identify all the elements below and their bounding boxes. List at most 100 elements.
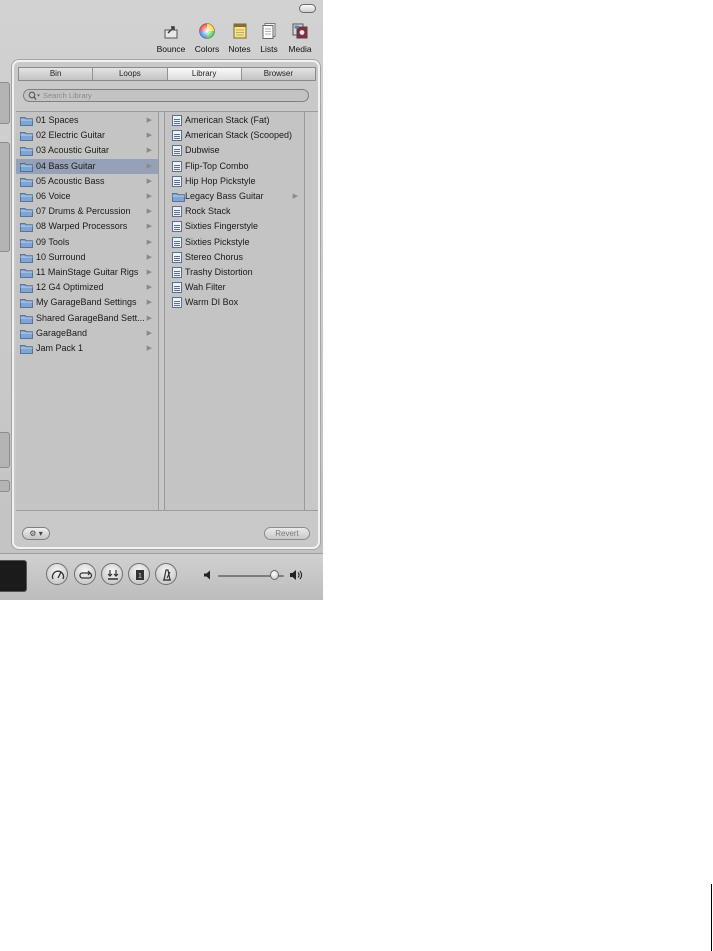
patch-label: American Stack (Scooped) [185, 130, 293, 141]
tab-library[interactable]: Library [166, 68, 241, 80]
patch-icon [172, 282, 182, 294]
left-edge-small-handle[interactable] [0, 480, 10, 492]
folder-label: 06 Voice [36, 191, 71, 201]
toolbar-toggle-button[interactable] [299, 4, 316, 13]
disclosure-arrow-icon: ▶ [146, 147, 152, 155]
library-patch-row[interactable]: Dubwise [165, 143, 304, 158]
tab-loops[interactable]: Loops [92, 68, 166, 80]
media-button[interactable]: Media [286, 22, 314, 56]
colors-button[interactable]: Colors [193, 22, 221, 56]
patch-icon [172, 206, 182, 218]
search-icon[interactable] [28, 91, 41, 101]
folder-icon [20, 329, 33, 339]
library-patch-row[interactable]: American Stack (Fat) [165, 113, 304, 128]
volume-low-icon [204, 570, 210, 580]
folder-label: 11 MainStage Guitar Rigs [36, 267, 139, 277]
library-folder-row[interactable]: GarageBand ▶ [16, 326, 158, 341]
library-folder-row[interactable]: 01 Spaces ▶ [16, 113, 158, 128]
patch-icon [172, 251, 182, 263]
folder-icon [20, 344, 33, 354]
column-divider[interactable] [158, 112, 165, 510]
patch-label: Dubwise [185, 145, 220, 156]
gear-icon: ⚙ [29, 529, 37, 538]
library-folder-row[interactable]: 05 Acoustic Bass ▶ [16, 174, 158, 189]
patch-icon [172, 160, 182, 172]
patch-label: Warm DI Box [185, 297, 239, 308]
patch-icon [172, 297, 182, 309]
folder-label: 03 Acoustic Guitar [36, 145, 110, 156]
library-panel: Bin Loops Library Browser Search Library… [12, 60, 320, 549]
revert-button[interactable]: Revert [264, 527, 310, 540]
library-patch-row[interactable]: Trashy Distortion [165, 265, 304, 280]
bounce-button[interactable]: Bounce [156, 22, 186, 56]
library-folder-row[interactable]: 02 Electric Guitar ▶ [16, 128, 158, 143]
library-item-column: American Stack (Fat) American Stack (Scoo… [165, 112, 304, 510]
search-input[interactable]: Search Library [23, 89, 309, 102]
tab-bar: Bin Loops Library Browser [18, 67, 316, 81]
library-folder-column: 01 Spaces ▶ 02 Electric Guitar ▶ 03 Acoustic… [16, 112, 158, 510]
disclosure-arrow-icon: ▶ [146, 177, 152, 185]
patch-label: Stereo Chorus [185, 251, 244, 262]
lists-button[interactable]: Lists [258, 22, 280, 56]
patch-label: Trashy Distortion [185, 267, 253, 277]
patch-icon [172, 175, 182, 187]
library-patch-row[interactable]: Wah Filter [165, 280, 304, 295]
library-folder-row[interactable]: 07 Drums & Percussion ▶ [16, 204, 158, 219]
library-folder-row[interactable]: 04 Bass Guitar ▶ [16, 158, 158, 174]
metronome-button[interactable] [155, 563, 177, 585]
disclosure-arrow-icon: ▶ [146, 269, 152, 276]
disclosure-arrow-icon: ▶ [146, 329, 152, 337]
merge-button[interactable] [101, 563, 123, 585]
disclosure-arrow-icon: ▶ [146, 253, 152, 261]
patch-label: Rock Stack [185, 206, 231, 217]
library-patch-row[interactable]: Warm DI Box [165, 295, 304, 310]
count-in-button[interactable]: 1 [128, 563, 150, 585]
notes-button[interactable]: Notes [227, 22, 252, 56]
left-edge-scrollbar[interactable] [0, 142, 10, 252]
folder-label: 05 Acoustic Bass [36, 175, 105, 186]
master-volume-knob[interactable] [270, 570, 280, 580]
lcd-display[interactable] [0, 560, 27, 592]
library-folder-row[interactable]: My GarageBand Settings ▶ [16, 295, 158, 310]
library-bottom-bar: ⚙ ▾ Revert [16, 514, 318, 547]
library-folder-row[interactable]: Legacy Bass Guitar ▶ [165, 189, 304, 204]
library-patch-row[interactable]: Rock Stack [165, 204, 304, 219]
library-folder-row[interactable]: 03 Acoustic Guitar ▶ [16, 143, 158, 158]
action-menu-button[interactable]: ⚙ ▾ [22, 527, 50, 540]
left-edge-scroll-piece[interactable] [0, 82, 10, 124]
tab-browser[interactable]: Browser [240, 68, 315, 80]
folder-icon [20, 283, 33, 294]
tab-bin[interactable]: Bin [19, 68, 92, 80]
library-folder-row[interactable]: 12 G4 Optimized ▶ [16, 280, 158, 295]
folder-icon [20, 253, 33, 263]
media-icon [291, 22, 309, 40]
library-folder-row[interactable]: 11 MainStage Guitar Rigs ▶ [16, 265, 158, 280]
library-patch-row[interactable]: Sixties Pickstyle [165, 235, 304, 250]
library-folder-row[interactable]: 06 Voice ▶ [16, 189, 158, 204]
folder-label: 07 Drums & Percussion [36, 206, 131, 217]
folder-label: My GarageBand Settings [36, 297, 137, 308]
library-folder-row[interactable]: 10 Surround ▶ [16, 250, 158, 265]
disclosure-arrow-icon: ▶ [146, 132, 152, 140]
disclosure-arrow-icon: ▶ [146, 299, 152, 307]
library-folder-row[interactable]: Shared GarageBand Sett... ▶ [16, 311, 158, 326]
library-patch-row[interactable]: Stereo Chorus [165, 250, 304, 265]
volume-high-icon [290, 570, 303, 580]
disclosure-arrow-icon: ▶ [146, 193, 152, 200]
folder-icon [20, 238, 33, 248]
library-folder-row[interactable]: Jam Pack 1 ▶ [16, 341, 158, 356]
library-folder-row[interactable]: 09 Tools ▶ [16, 235, 158, 250]
library-patch-row[interactable]: Sixties Fingerstyle [165, 219, 304, 234]
cycle-button[interactable] [74, 563, 96, 585]
left-edge-zoom-arrows[interactable] [0, 432, 10, 468]
library-folder-row[interactable]: 08 Warped Processors ▶ [16, 219, 158, 234]
tuner-button[interactable] [46, 563, 68, 585]
patch-label: American Stack (Fat) [185, 115, 270, 125]
folder-icon [20, 207, 33, 218]
page-edge-rule [711, 884, 712, 951]
library-patch-row[interactable]: American Stack (Scooped) [165, 128, 304, 143]
library-patch-row[interactable]: Flip-Top Combo [165, 159, 304, 174]
folder-label: 10 Surround [36, 251, 86, 262]
column-scrollbar[interactable] [304, 112, 318, 510]
library-patch-row[interactable]: Hip Hop Pickstyle [165, 174, 304, 189]
